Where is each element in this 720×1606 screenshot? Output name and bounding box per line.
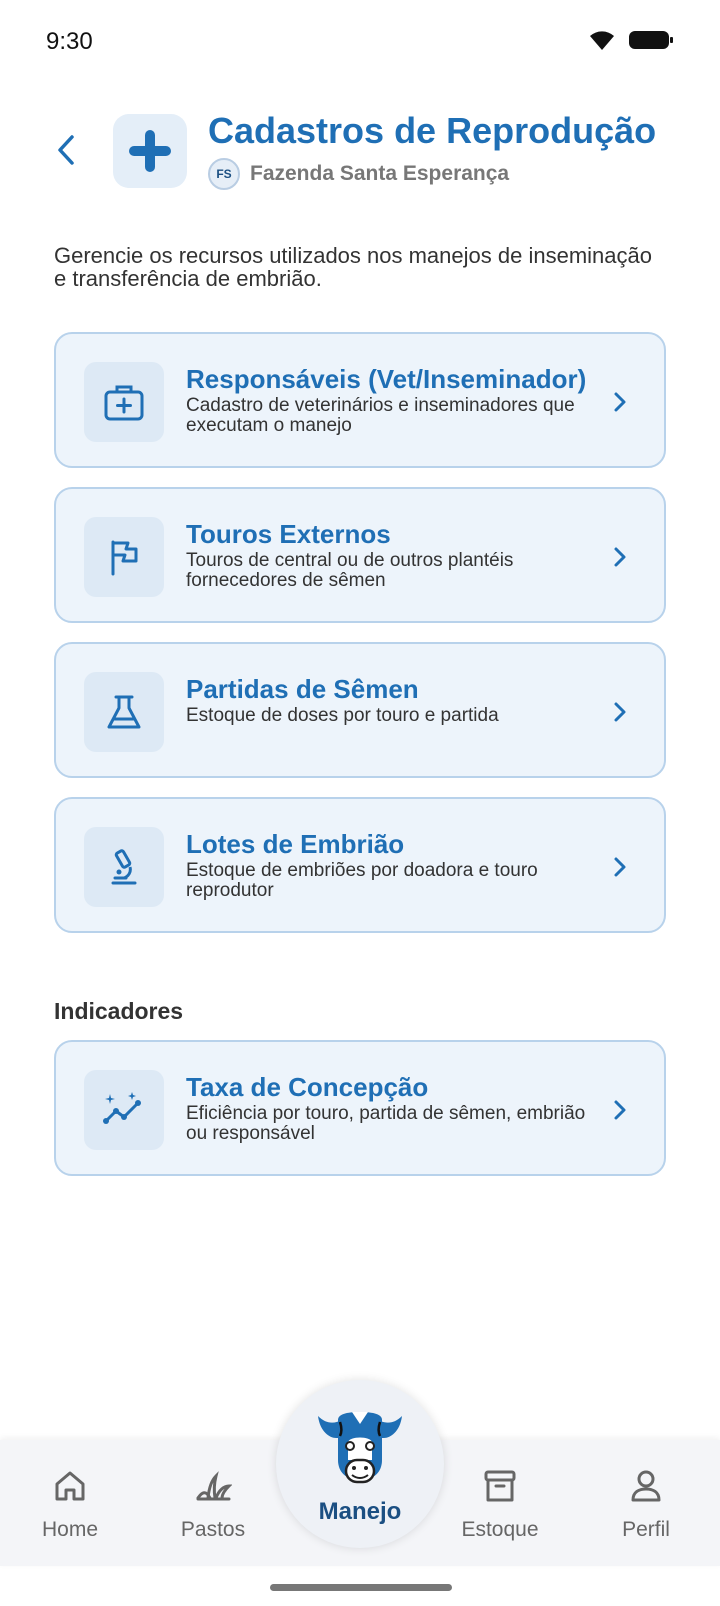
card-subtitle: Estoque de embriões por doadora e touro … — [186, 860, 538, 901]
farm-selector[interactable]: FS Fazenda Santa Esperança — [208, 158, 509, 190]
grass-icon — [193, 1466, 233, 1506]
card-subtitle: Estoque de doses por touro e partida — [186, 705, 499, 726]
microscope-icon — [111, 849, 137, 885]
archive-box-icon — [480, 1466, 520, 1506]
card-partidas-semen[interactable]: Partidas de Sêmen Estoque de doses por t… — [54, 642, 666, 778]
farm-avatar: FS — [208, 158, 240, 190]
chart-sparkle-icon — [103, 1092, 141, 1124]
card-icon-tile — [84, 1070, 164, 1150]
card-text: Responsáveis (Vet/Inseminador) Cadastro … — [186, 364, 606, 436]
card-icon-tile — [84, 362, 164, 442]
cow-icon — [318, 1412, 402, 1484]
chevron-right-icon — [614, 702, 626, 722]
card-subtitle: Touros de central ou de outros plantéis … — [186, 550, 514, 591]
chevron-left-icon — [58, 135, 74, 165]
card-taxa-concepcao[interactable]: Taxa de Concepção Eficiência por touro, … — [54, 1040, 666, 1176]
status-time: 9:30 — [46, 28, 93, 55]
card-touros-externos[interactable]: Touros Externos Touros de central ou de … — [54, 487, 666, 623]
card-title: Partidas de Sêmen — [186, 674, 419, 704]
nav-item-perfil[interactable]: Perfil — [604, 1440, 688, 1566]
wifi-icon — [588, 28, 616, 57]
back-button[interactable] — [46, 128, 86, 172]
plus-icon — [129, 130, 171, 172]
card-text: Touros Externos Touros de central ou de … — [186, 519, 606, 591]
nav-item-estoque[interactable]: Estoque — [450, 1440, 550, 1566]
battery-icon — [628, 28, 674, 57]
chevron-right-icon — [614, 392, 626, 412]
medical-bag-icon — [104, 385, 144, 421]
card-subtitle: Eficiência por touro, partida de sêmen, … — [186, 1103, 586, 1144]
card-title: Touros Externos — [186, 519, 391, 549]
card-icon-tile — [84, 827, 164, 907]
person-icon — [626, 1466, 666, 1506]
nav-item-pastos[interactable]: Pastos — [168, 1440, 258, 1566]
card-text: Lotes de Embrião Estoque de embriões por… — [186, 829, 606, 901]
flask-icon — [107, 695, 141, 729]
page-title: Cadastros de Reprodução — [208, 110, 657, 151]
status-icons — [588, 28, 674, 57]
status-bar: 9:30 — [0, 0, 720, 90]
home-icon — [50, 1466, 90, 1506]
card-subtitle: Cadastro de veterinários e inseminadores… — [186, 395, 575, 436]
chevron-right-icon — [614, 857, 626, 877]
chevron-right-icon — [614, 1100, 626, 1120]
card-title: Lotes de Embrião — [186, 829, 405, 859]
card-title: Responsáveis (Vet/Inseminador) — [186, 364, 587, 394]
card-text: Partidas de Sêmen Estoque de doses por t… — [186, 674, 606, 726]
nav-label: Estoque — [461, 1518, 539, 1541]
nav-label: Manejo — [318, 1498, 402, 1525]
card-responsaveis[interactable]: Responsáveis (Vet/Inseminador) Cadastro … — [54, 332, 666, 468]
card-icon-tile — [84, 517, 164, 597]
nav-item-home[interactable]: Home — [28, 1440, 112, 1566]
card-text: Taxa de Concepção Eficiência por touro, … — [186, 1072, 606, 1144]
nav-label: Pastos — [180, 1518, 246, 1541]
page-header: Cadastros de Reprodução FS Fazenda Santa… — [0, 108, 720, 208]
chevron-right-icon — [614, 547, 626, 567]
home-indicator[interactable] — [270, 1584, 452, 1591]
nav-label: Home — [41, 1518, 99, 1541]
flag-icon — [111, 540, 138, 576]
card-title: Taxa de Concepção — [186, 1072, 429, 1102]
page-description: Gerencie os recursos utilizados nos mane… — [54, 243, 652, 291]
nav-item-manejo[interactable]: Manejo — [276, 1380, 444, 1548]
nav-label: Perfil — [622, 1518, 670, 1541]
section-label-indicadores: Indicadores — [54, 998, 184, 1024]
farm-name: Fazenda Santa Esperança — [250, 162, 510, 185]
card-icon-tile — [84, 672, 164, 752]
card-lotes-embriao[interactable]: Lotes de Embrião Estoque de embriões por… — [54, 797, 666, 933]
header-icon-tile — [113, 114, 187, 188]
